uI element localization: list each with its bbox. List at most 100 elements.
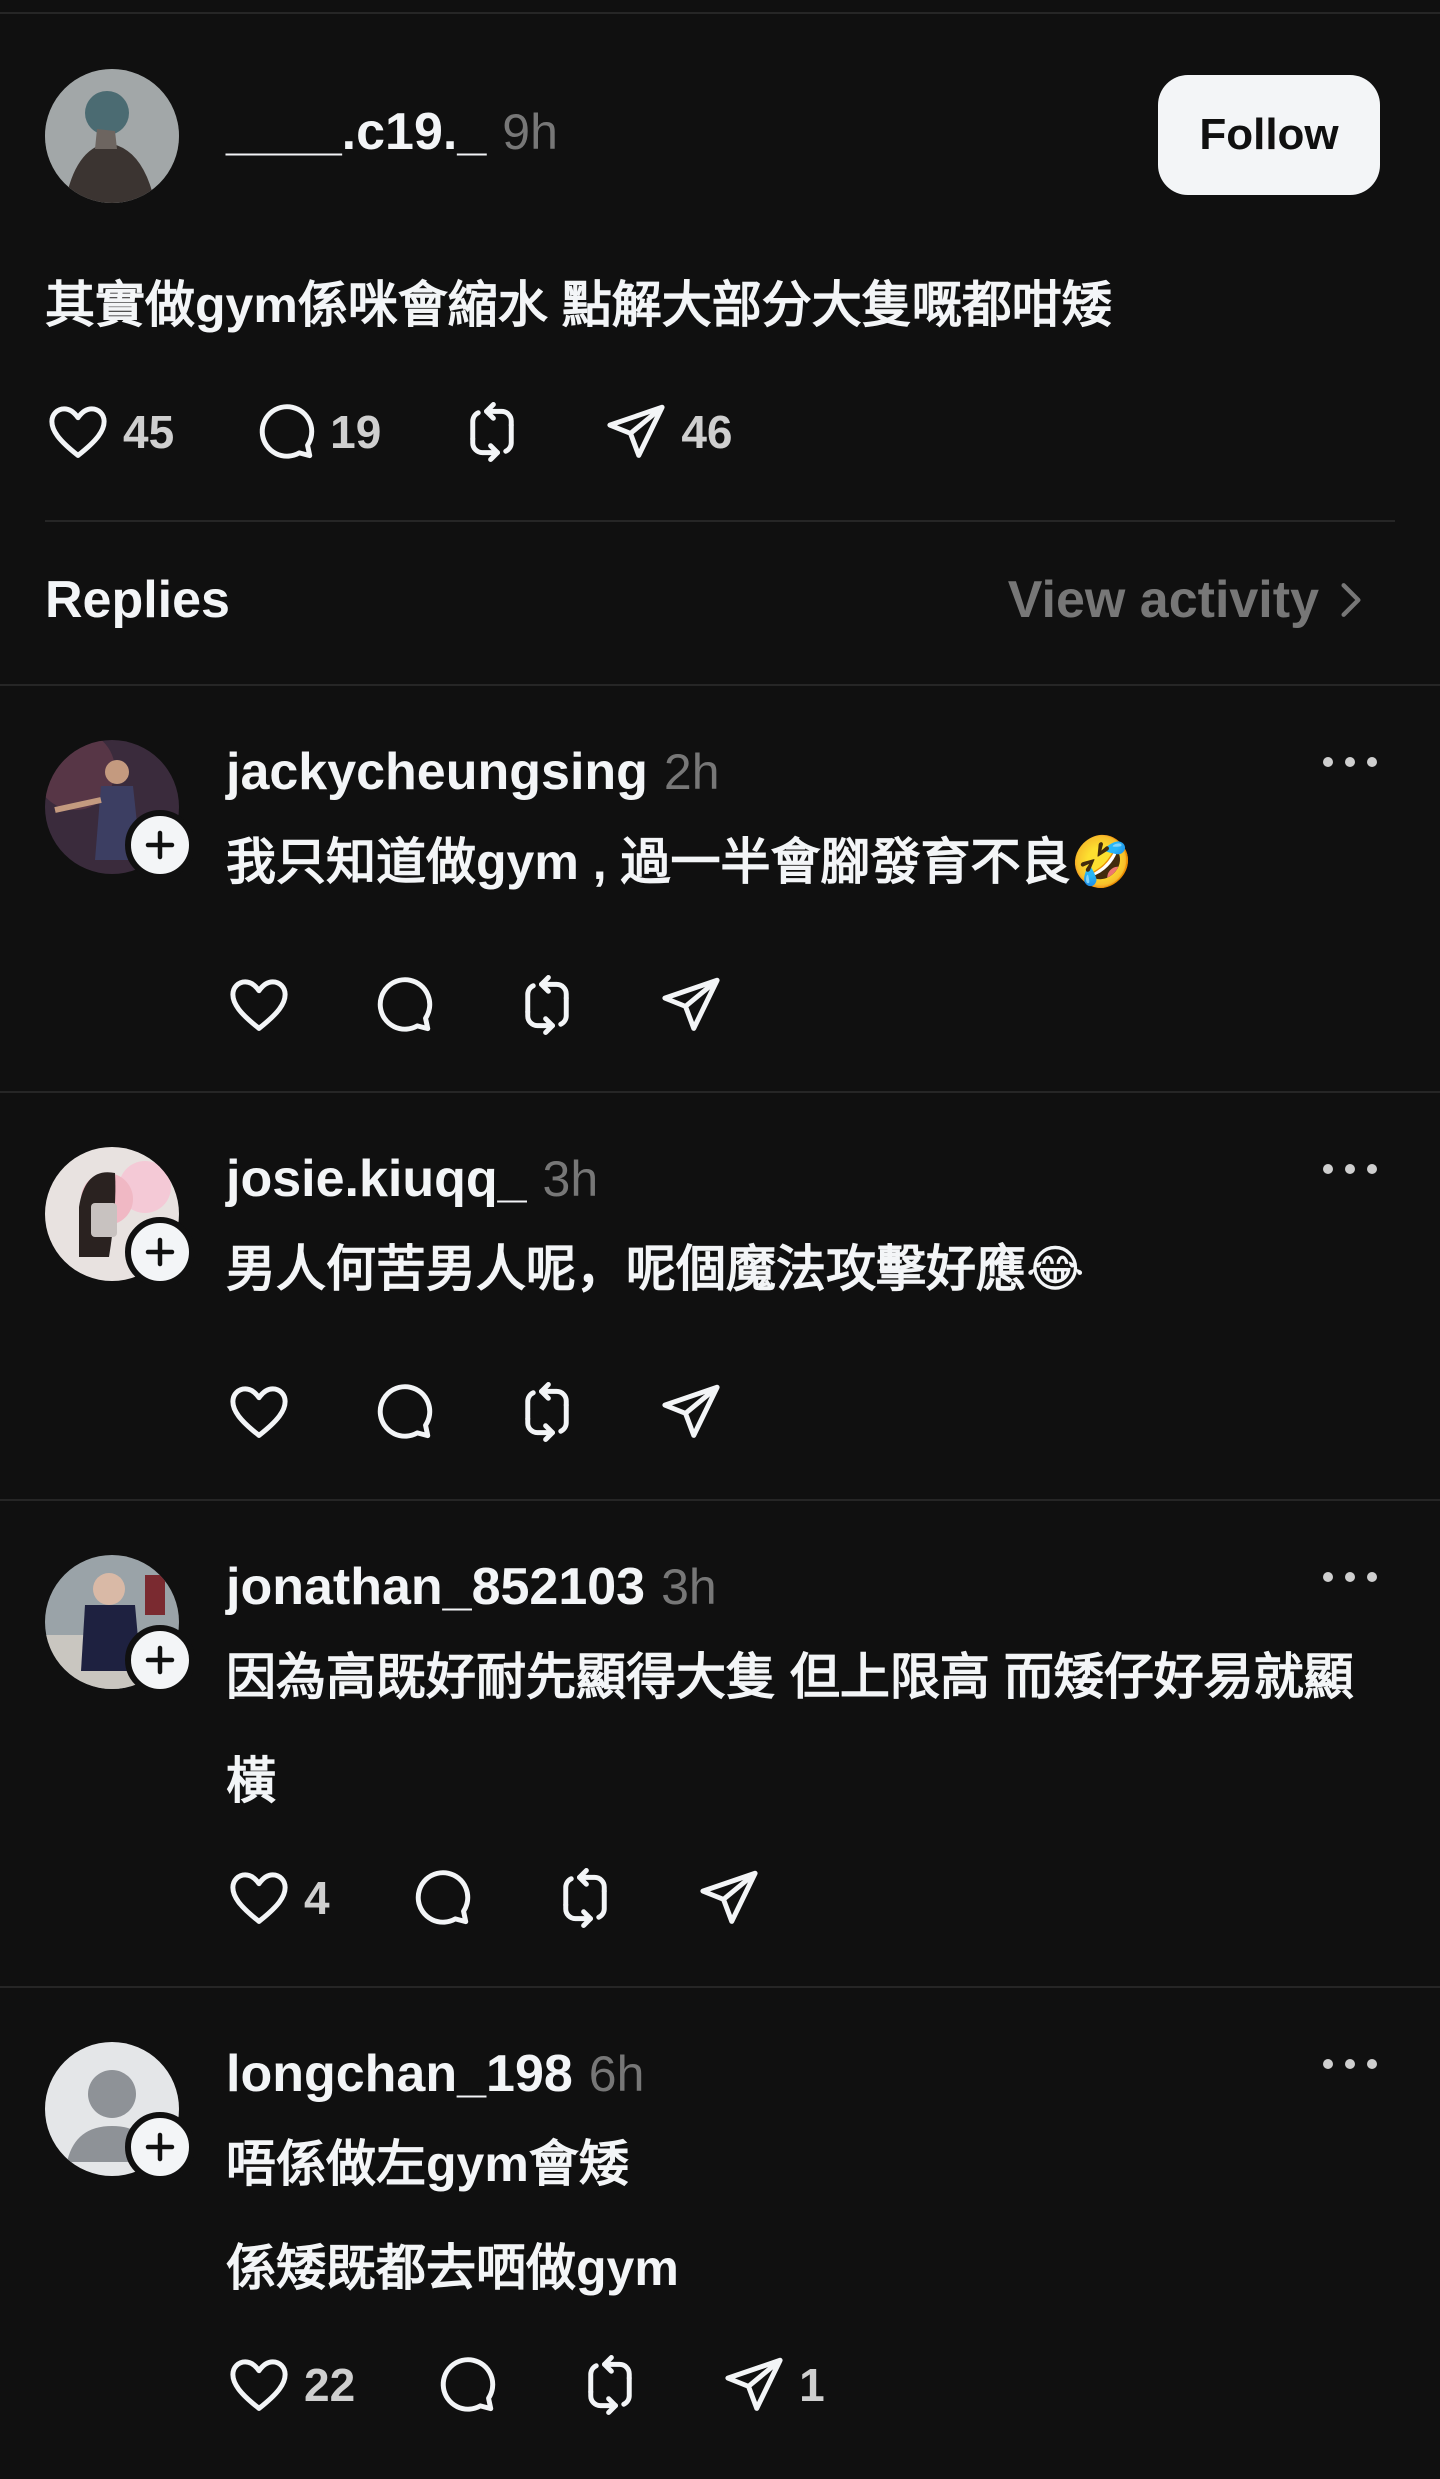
comment-button[interactable]	[433, 2352, 499, 2418]
share-count: 1	[799, 2359, 825, 2411]
share-button[interactable]	[658, 972, 724, 1038]
like-button[interactable]: 4	[226, 1865, 330, 1931]
post-header: ____.c19._ 9h	[226, 102, 558, 162]
reply-header: longchan_198 6h	[226, 2044, 644, 2104]
reply-text: 因為高既好耐先顯得大隻 但上限高 而矮仔好易就顯橫	[226, 1649, 1354, 1809]
more-options-button[interactable]	[1320, 1157, 1380, 1181]
follow-plus-button[interactable]	[125, 1625, 195, 1695]
send-icon	[603, 399, 669, 465]
timestamp: 9h	[502, 104, 558, 160]
reply-header: jackycheungsing 2h	[226, 742, 720, 802]
avatar[interactable]	[45, 69, 179, 203]
timestamp: 3h	[661, 1559, 717, 1615]
repost-icon	[514, 1379, 580, 1445]
reply-actions	[226, 1377, 802, 1447]
more-options-button[interactable]	[1320, 750, 1380, 774]
share-button[interactable]: 46	[603, 399, 733, 465]
like-count: 4	[304, 1872, 330, 1924]
reply-actions	[226, 970, 802, 1040]
main-post: ____.c19._ 9h Follow 其實做gym係咪會縮水 點解大部分大隻…	[0, 12, 1440, 520]
more-options-button[interactable]	[1320, 2052, 1380, 2076]
reply-item: josie.kiuqq_ 3h 男人何苦男人呢，呢個魔法攻擊好應😂	[0, 1097, 1440, 1497]
username[interactable]: longchan_198	[226, 2044, 573, 2104]
repost-icon	[552, 1865, 618, 1931]
divider	[0, 1986, 1440, 1988]
repost-icon	[577, 2352, 643, 2418]
chevron-right-icon	[1341, 583, 1361, 617]
post-text: 其實做gym係咪會縮水 點解大部分大隻嘅都咁矮	[45, 277, 1112, 333]
more-dots-icon	[1323, 1164, 1377, 1174]
reply-text: 男人何苦男人呢，呢個魔法攻擊好應😂	[226, 1241, 1085, 1297]
username[interactable]: ____.c19._	[226, 102, 486, 162]
plus-icon	[145, 830, 175, 860]
repost-icon	[514, 972, 580, 1038]
plus-icon	[145, 1645, 175, 1675]
comment-bubble-icon	[408, 1865, 474, 1931]
reply-header: jonathan_852103 3h	[226, 1557, 717, 1617]
username[interactable]: josie.kiuqq_	[226, 1149, 527, 1209]
divider	[0, 684, 1440, 686]
like-button[interactable]	[226, 972, 292, 1038]
repost-button[interactable]	[577, 2352, 643, 2418]
post-actions: 45 19 46	[45, 397, 811, 467]
reply-header: josie.kiuqq_ 3h	[226, 1149, 598, 1209]
heart-icon	[226, 1379, 292, 1445]
send-icon	[658, 1379, 724, 1445]
comment-count: 19	[330, 406, 382, 458]
follow-plus-button[interactable]	[125, 2112, 195, 2182]
follow-plus-button[interactable]	[125, 810, 195, 880]
comment-button[interactable]	[370, 1379, 436, 1445]
more-dots-icon	[1323, 2059, 1377, 2069]
repost-button[interactable]	[514, 972, 580, 1038]
send-icon	[658, 972, 724, 1038]
heart-icon	[45, 399, 111, 465]
plus-icon	[145, 1237, 175, 1267]
reply-text: 我只知道做gym , 過一半會腳發育不良🤣	[226, 834, 1133, 890]
timestamp: 3h	[542, 1151, 599, 1207]
like-button[interactable]	[226, 1379, 292, 1445]
divider	[0, 1499, 1440, 1501]
more-dots-icon	[1323, 1572, 1377, 1582]
like-count: 45	[123, 406, 175, 458]
heart-icon	[226, 1865, 292, 1931]
plus-icon	[145, 2132, 175, 2162]
username[interactable]: jackycheungsing	[226, 742, 648, 802]
more-options-button[interactable]	[1320, 1565, 1380, 1589]
view-activity-link[interactable]: View activity	[1008, 570, 1371, 630]
reply-item: longchan_198 6h 唔係做左gym會矮 係矮既都去哂做gym 22	[0, 1992, 1440, 2479]
reply-text: 唔係做左gym會矮 係矮既都去哂做gym	[226, 2136, 679, 2296]
repost-button[interactable]	[459, 399, 525, 465]
comment-bubble-icon	[370, 1379, 436, 1445]
repost-button[interactable]	[552, 1865, 618, 1931]
repost-button[interactable]	[514, 1379, 580, 1445]
share-button[interactable]	[696, 1865, 762, 1931]
timestamp: 2h	[663, 744, 720, 800]
heart-icon	[226, 2352, 292, 2418]
like-count: 22	[304, 2359, 356, 2411]
share-button[interactable]: 1	[721, 2352, 825, 2418]
replies-title: Replies	[45, 571, 230, 629]
reply-actions: 22 1	[226, 2350, 903, 2420]
reply-actions: 4	[226, 1863, 840, 1933]
reply-item: jonathan_852103 3h 因為高既好耐先顯得大隻 但上限高 而矮仔好…	[0, 1505, 1440, 1985]
comment-bubble-icon	[433, 2352, 499, 2418]
comment-button[interactable]	[370, 972, 436, 1038]
follow-plus-button[interactable]	[125, 1217, 195, 1287]
comment-bubble-icon	[370, 972, 436, 1038]
username[interactable]: jonathan_852103	[226, 1557, 645, 1617]
send-icon	[696, 1865, 762, 1931]
timestamp: 6h	[588, 2046, 645, 2102]
like-button[interactable]: 45	[45, 399, 174, 465]
comment-button[interactable]	[408, 1865, 474, 1931]
follow-button[interactable]: Follow	[1158, 75, 1380, 195]
comment-button[interactable]: 19	[252, 399, 381, 465]
reply-item: jackycheungsing 2h 我只知道做gym , 過一半會腳發育不良🤣	[0, 690, 1440, 1090]
more-dots-icon	[1323, 757, 1377, 767]
share-button[interactable]	[658, 1379, 724, 1445]
comment-bubble-icon	[252, 399, 318, 465]
heart-icon	[226, 972, 292, 1038]
like-button[interactable]: 22	[226, 2352, 355, 2418]
send-icon	[721, 2352, 787, 2418]
divider	[0, 1091, 1440, 1093]
repost-icon	[459, 399, 525, 465]
